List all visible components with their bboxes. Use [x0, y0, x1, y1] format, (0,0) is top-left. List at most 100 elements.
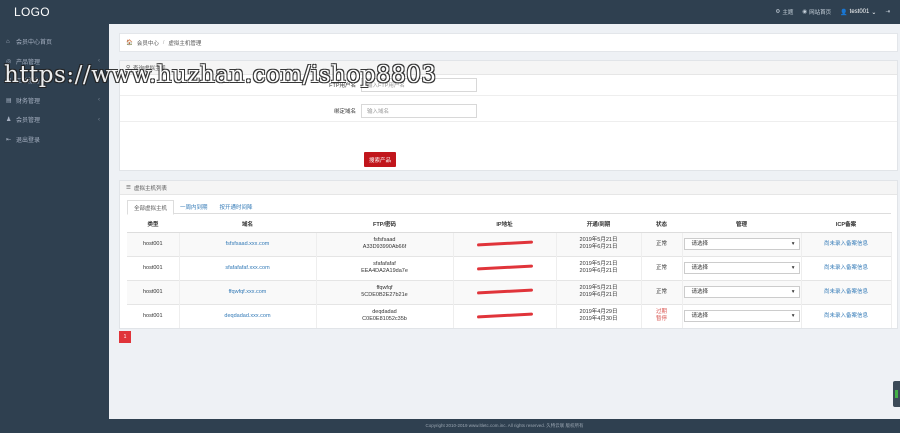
user-menu[interactable]: 👤 test001 ⌄ [840, 9, 876, 16]
cell-ip [453, 255, 557, 280]
globe-icon: ◉ [802, 9, 808, 15]
host-list-panel: ☰ 虚拟主机列表 全部虚拟主机 一周内到期 按开通时间降 类型 域名 FTP/密… [119, 180, 898, 329]
redacted-ip [476, 240, 533, 246]
cell-dates: 2019年5月21日 2019年6月21日 [556, 279, 642, 304]
cell-ftp: deqdadad C0E0E81052c35b [316, 303, 454, 328]
table-row: host001 ffqwfqf.xxx.com ffqwfqf 5CDE0B2E2… [127, 279, 892, 304]
breadcrumb-home[interactable]: 会员中心 [137, 39, 159, 47]
ftp-pass: 5CDE0B2E27b21e [361, 292, 408, 298]
cell-domain: sfafafafaf.xxx.com [179, 255, 317, 280]
sidebar-item-label: 财务管理 [16, 98, 41, 105]
sidebar-item-logout[interactable]: ⇤ 退出登录 [0, 130, 109, 150]
domain-link[interactable]: ffqwfqf.xxx.com [229, 289, 267, 295]
status-badge: 正常 [655, 240, 667, 247]
cell-type: host001 [127, 279, 180, 304]
expire-date: 2019年6月21日 [579, 292, 618, 298]
manage-select[interactable]: 请选择 ▾ [683, 310, 800, 323]
home-icon: ⌂ [6, 38, 10, 45]
cell-status: 正常 [641, 279, 683, 304]
logout-icon: ⇥ [885, 9, 890, 15]
cell-dates: 2019年5月21日 2019年6月21日 [556, 231, 642, 256]
tab-all-hosts[interactable]: 全部虚拟主机 [127, 200, 175, 215]
redacted-ip [476, 264, 533, 270]
manage-select[interactable]: 请选择 ▾ [683, 286, 800, 298]
cell-ftp: ffqwfqf 5CDE0B2E27b21e [316, 279, 454, 304]
wallet-icon: ▤ [6, 97, 12, 104]
cell-manage: 请选择 ▾ [682, 279, 802, 304]
cell-manage: 请选择 ▾ [682, 255, 802, 280]
home-icon: 🏠 [126, 39, 133, 46]
caret-down-icon: ▾ [791, 264, 795, 271]
sidebar-item-members[interactable]: ♟ 会员管理 ‹ [0, 110, 109, 130]
sidebar-item-finance[interactable]: ▤ 财务管理 ‹ [0, 91, 109, 111]
button-row [120, 124, 897, 145]
open-date: 2019年5月21日 [579, 285, 618, 291]
cell-manage: 请选择 ▾ [682, 303, 802, 328]
col-manage: 管理 [682, 216, 801, 233]
host-list-header: ☰ 虚拟主机列表 [120, 181, 897, 195]
sidebar-item-member-home[interactable]: ⌂ 会员中心首页 [0, 32, 109, 52]
status-badge: 正常 [655, 288, 667, 295]
domain-input[interactable]: 输入域名 [361, 104, 477, 118]
ftp-pass: C0E0E81052c35b [362, 316, 407, 323]
table-header-row: 类型 域名 FTP/密码 IP地址 开通/到期 状态 管理 ICP备案 [127, 216, 891, 233]
icp-link[interactable]: 尚未录入备案信息 [824, 289, 868, 295]
icp-link[interactable]: 尚未录入备案信息 [824, 241, 868, 247]
cell-status: 正常 [641, 231, 683, 256]
manage-select[interactable]: 请选择 ▾ [683, 238, 800, 250]
domain-link[interactable]: deqdadad.xxx.com [224, 313, 270, 319]
icp-link[interactable]: 尚未录入备案信息 [824, 313, 868, 319]
top-nav: ⚙ 主题 ◉ 网站首页 👤 test001 ⌄ ⇥ [775, 0, 890, 24]
tab-sort-by-open-time[interactable]: 按开通时间降 [214, 200, 259, 214]
cell-type: host001 [127, 303, 180, 328]
gear-icon: ⚙ [775, 9, 781, 15]
open-date: 2019年5月21日 [579, 237, 618, 243]
ftp-user: sfafafafaf [373, 261, 396, 267]
table-row: host001 deqdadad.xxx.com deqdadad C0E0E81… [127, 303, 892, 328]
caret-down-icon: ▾ [791, 312, 795, 319]
chevron-left-icon: ‹ [98, 116, 100, 123]
cell-ip [453, 303, 557, 328]
status-badge: 正常 [655, 264, 667, 271]
cell-status: 正常 [641, 255, 683, 280]
col-status: 状态 [641, 216, 682, 233]
cell-type: host001 [127, 231, 180, 256]
side-drawer-handle[interactable] [893, 381, 900, 407]
expire-date: 2019年6月21日 [579, 268, 618, 274]
domain-row: 绑定域名 输入域名 [120, 101, 897, 122]
caret-down-icon: ▾ [791, 240, 795, 247]
col-icp: ICP备案 [801, 216, 891, 233]
watermark-text: https://www.huzhan.com/ishop8803 [4, 62, 437, 88]
username: test001 [849, 9, 870, 15]
cell-domain: fsfsfsaad.xxx.com [179, 231, 317, 256]
search-products-button[interactable]: 搜索产品 [364, 152, 396, 167]
cell-domain: ffqwfqf.xxx.com [179, 279, 317, 304]
theme-link[interactable]: ⚙ 主题 [775, 8, 793, 16]
caret-down-icon: ▾ [791, 288, 795, 295]
site-home-link[interactable]: ◉ 网站首页 [802, 8, 831, 16]
handle-icon [895, 390, 898, 398]
chevron-left-icon: ‹ [98, 97, 100, 104]
cell-dates: 2019年4月29日 2019年4月30日 [556, 303, 642, 328]
manage-select-value: 请选择 [691, 288, 709, 295]
tab-expiring-week[interactable]: 一周内到期 [174, 200, 214, 214]
domain-link[interactable]: fsfsfsaad.xxx.com [226, 241, 270, 247]
table-row: host001 sfafafafaf.xxx.com sfafafafaf EEA… [127, 255, 892, 280]
cell-icp: 尚未录入备案信息 [801, 303, 892, 328]
expire-date: 2019年6月21日 [579, 244, 618, 250]
ftp-pass: EEA4DA2A19da7e [361, 268, 408, 274]
icp-link[interactable]: 尚未录入备案信息 [824, 265, 868, 271]
user-icon: ♟ [6, 117, 12, 124]
domain-link[interactable]: sfafafafaf.xxx.com [225, 265, 269, 271]
cell-ftp: sfafafafaf EEA4DA2A19da7e [316, 255, 454, 280]
breadcrumb-separator: / [162, 39, 165, 46]
col-type: 类型 [127, 216, 179, 233]
cell-icp: 尚未录入备案信息 [801, 255, 892, 280]
pagination-current-page[interactable]: 1 [119, 331, 131, 343]
logout-button[interactable]: ⇥ [885, 9, 890, 15]
cell-manage: 请选择 ▾ [682, 231, 802, 256]
logo[interactable]: LOGO [14, 5, 50, 19]
cell-icp: 尚未录入备案信息 [801, 279, 892, 304]
manage-select-value: 请选择 [691, 312, 709, 319]
manage-select[interactable]: 请选择 ▾ [683, 262, 800, 274]
